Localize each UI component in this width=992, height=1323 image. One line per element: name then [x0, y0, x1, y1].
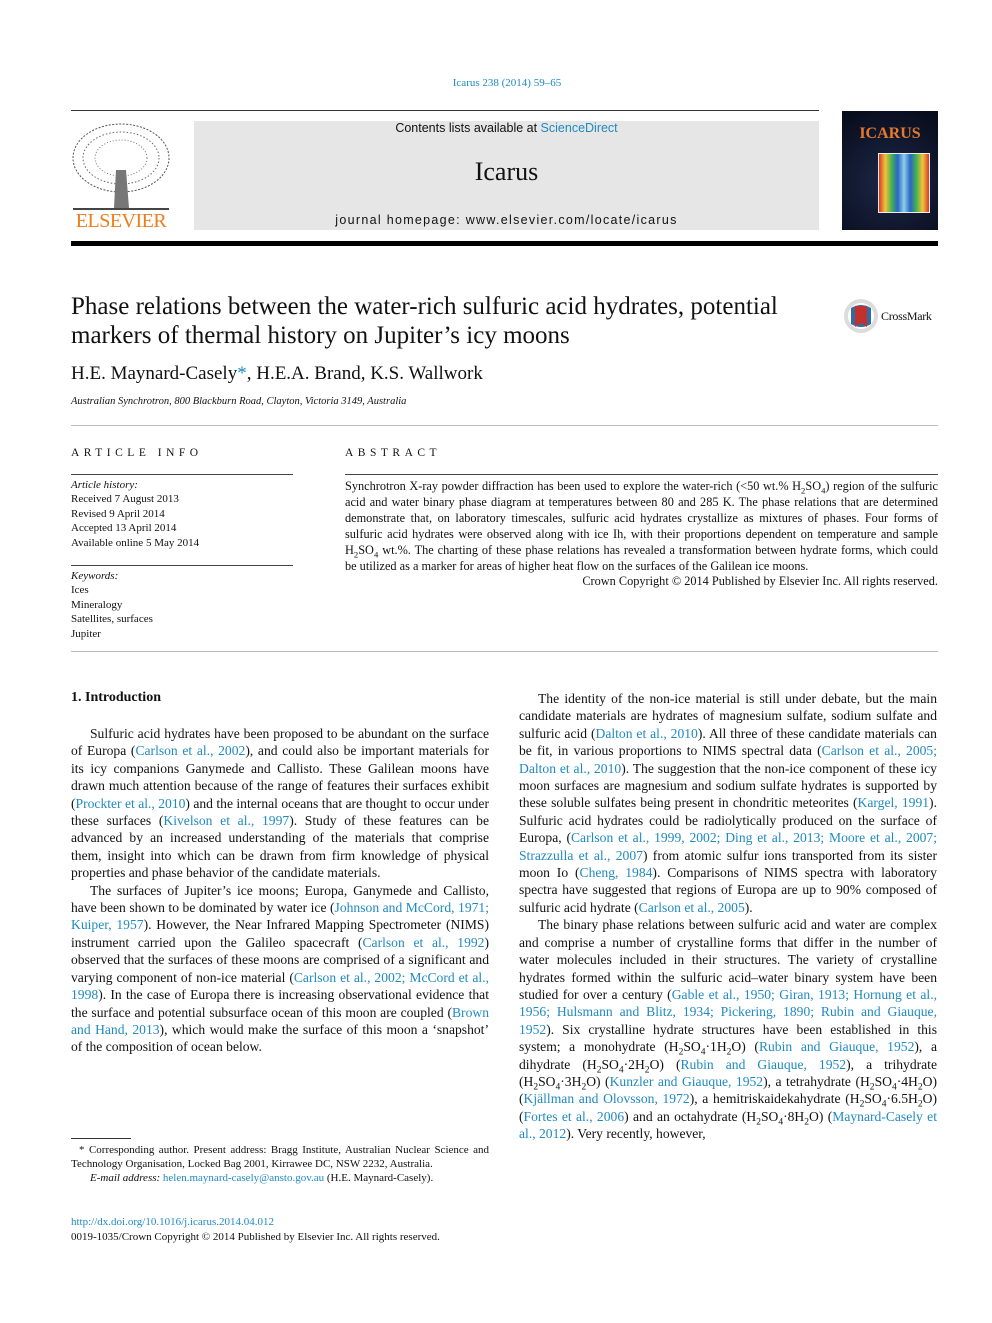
text-run: SO	[538, 1073, 556, 1089]
journal-cover-image: ICARUS	[842, 111, 938, 230]
paragraph: The surfaces of Jupiter’s ice moons; Eur…	[71, 882, 489, 1056]
section-heading: 1. Introduction	[71, 690, 161, 705]
journal-citation-link[interactable]: Icarus 238 (2014) 59–65	[0, 77, 992, 89]
corresponding-author-mark[interactable]: *	[237, 363, 247, 384]
citation-link[interactable]: Fortes et al., 2006	[524, 1109, 625, 1124]
footnote-divider	[71, 1138, 131, 1139]
citation-link[interactable]: Prockter et al., 2010	[76, 796, 186, 811]
email-suffix: (H.E. Maynard-Casely).	[324, 1172, 434, 1185]
author-name: H.E. Maynard-Casely	[71, 363, 238, 384]
abstract-heading: ABSTRACT	[345, 447, 442, 459]
abstract-copyright: Crown Copyright © 2014 Published by Else…	[582, 574, 938, 589]
sciencedirect-link[interactable]: ScienceDirect	[541, 121, 618, 135]
keywords: Keywords: Ices Mineralogy Satellites, su…	[71, 569, 153, 641]
divider	[71, 474, 293, 475]
history-accepted: Accepted 13 April 2014	[71, 522, 177, 535]
text-run: SO	[805, 479, 822, 493]
citation-link[interactable]: Rubin and Giauque, 1952	[680, 1057, 846, 1072]
citation-link[interactable]: Carlson et al., 1992	[362, 935, 484, 950]
citation-link[interactable]: Carlson et al., 2005	[639, 900, 745, 915]
keyword: Ices	[71, 584, 89, 597]
divider	[71, 110, 819, 111]
divider	[71, 651, 938, 652]
footnote: * Corresponding author. Present address:…	[71, 1143, 489, 1186]
text-run: O) (	[586, 1073, 610, 1089]
abstract-text: Synchrotron X-ray powder diffraction has…	[345, 479, 938, 574]
citation-link[interactable]: Carlson et al., 2002	[135, 743, 245, 758]
text-run: wt.%. The charting of these phase relati…	[345, 542, 938, 573]
text-run: SO	[358, 542, 374, 557]
text-run: ·3H	[560, 1073, 582, 1089]
keyword: Jupiter	[71, 627, 101, 640]
cover-title: ICARUS	[859, 125, 921, 142]
affiliation: Australian Synchrotron, 800 Blackburn Ro…	[71, 396, 407, 407]
paragraph: The identity of the non-ice material is …	[519, 690, 937, 916]
article-history: Article history: Received 7 August 2013 …	[71, 478, 199, 550]
text-run: ·1H	[705, 1039, 727, 1055]
journal-banner: Contents lists available at ScienceDirec…	[194, 121, 819, 230]
divider	[345, 474, 938, 475]
text-run: SO	[683, 1039, 701, 1055]
crossmark-icon[interactable]	[843, 298, 879, 334]
citation-link[interactable]: Kargel, 1991	[858, 795, 930, 810]
keywords-label: Keywords:	[71, 570, 119, 582]
text-run: SO	[760, 1108, 779, 1124]
text-run: SO	[601, 1056, 619, 1072]
citation-link[interactable]: Kivelson et al., 1997	[163, 813, 289, 828]
text-run: O) (	[731, 1039, 759, 1055]
text-run: O) (	[649, 1056, 681, 1072]
journal-name: Icarus	[474, 157, 539, 186]
text-run: ·8H	[783, 1108, 805, 1124]
text-run: ·6.5H	[886, 1091, 918, 1107]
citation-link[interactable]: Rubin and Giauque, 1952	[759, 1039, 914, 1054]
history-online: Available online 5 May 2014	[71, 536, 200, 549]
crossmark-label[interactable]: CrossMark	[881, 309, 932, 324]
body-column-left: Sulfuric acid hydrates have been propose…	[71, 725, 489, 1056]
text-run: SO	[864, 1091, 882, 1107]
elsevier-wordmark: ELSEVIER	[75, 210, 167, 232]
divider	[71, 565, 293, 566]
email-line: E-mail address: helen.maynard-casely@ans…	[71, 1171, 489, 1185]
author-list: H.E. Maynard-Casely*, H.E.A. Brand, K.S.…	[71, 363, 483, 385]
history-revised: Revised 9 April 2014	[71, 507, 165, 520]
paragraph: The binary phase relations between sulfu…	[519, 916, 937, 1142]
email-label: E-mail address:	[90, 1172, 163, 1185]
text-run: SO	[874, 1073, 892, 1089]
text-run: Synchrotron X-ray powder diffraction has…	[345, 479, 802, 493]
text-run: ·2H	[623, 1056, 645, 1072]
text-run: ). In the case of Europa there is increa…	[71, 987, 489, 1020]
text-run: ·4H	[896, 1073, 918, 1089]
divider	[71, 425, 938, 426]
keyword: Satellites, surfaces	[71, 613, 153, 626]
article-title: Phase relations between the water-rich s…	[71, 293, 778, 349]
abstract: Synchrotron X-ray powder diffraction has…	[345, 479, 938, 590]
contents-prefix: Contents lists available at	[395, 121, 541, 135]
header-divider	[71, 241, 938, 246]
issn-copyright: 0019-1035/Crown Copyright © 2014 Publish…	[71, 1231, 440, 1243]
citation-link[interactable]: Cheng, 1984	[580, 865, 653, 880]
corresponding-author-note: * Corresponding author. Present address:…	[71, 1144, 489, 1171]
article-info-heading: ARTICLE INFO	[71, 447, 203, 459]
body-column-right: The identity of the non-ice material is …	[519, 690, 937, 1143]
text-run: ). Very recently, however,	[566, 1126, 706, 1142]
text-run: ).	[744, 899, 753, 915]
doi-link[interactable]: http://dx.doi.org/10.1016/j.icarus.2014.…	[71, 1216, 274, 1228]
paragraph: Sulfuric acid hydrates have been propose…	[71, 725, 489, 882]
cover-artwork	[878, 153, 930, 213]
text-run: ), a tetrahydrate (H	[763, 1073, 870, 1089]
text-run: ) and an octahydrate (H	[624, 1108, 757, 1124]
citation-link[interactable]: Kunzler and Giauque, 1952	[610, 1074, 764, 1089]
author-names: , H.E.A. Brand, K.S. Wallwork	[246, 363, 483, 384]
history-received: Received 7 August 2013	[71, 493, 179, 506]
text-run: O) (	[809, 1108, 833, 1124]
email-link[interactable]: helen.maynard-casely@ansto.gov.au	[163, 1172, 324, 1184]
citation-link[interactable]: Kjällman and Olovsson, 1972	[524, 1091, 690, 1106]
text-run: ), a hemitriskaidekahydrate (H	[689, 1091, 860, 1107]
contents-line: Contents lists available at ScienceDirec…	[194, 121, 819, 135]
keyword: Mineralogy	[71, 598, 123, 611]
history-label: Article history:	[71, 479, 138, 491]
citation-link[interactable]: Dalton et al., 2010	[596, 726, 698, 741]
journal-homepage[interactable]: journal homepage: www.elsevier.com/locat…	[194, 213, 819, 227]
